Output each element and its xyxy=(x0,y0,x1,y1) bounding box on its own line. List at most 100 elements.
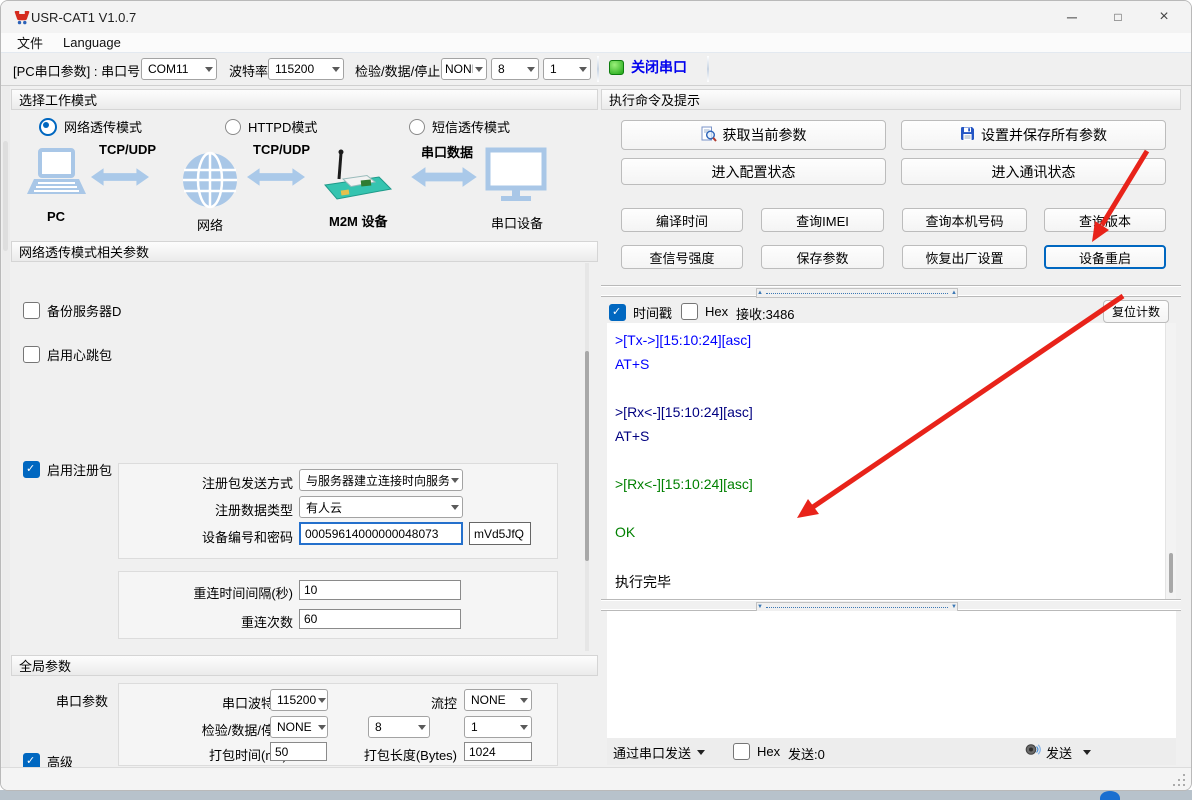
radio-icon xyxy=(225,119,241,135)
resize-grip[interactable] xyxy=(1173,774,1185,786)
speaker-icon xyxy=(1025,742,1041,762)
enter-config-button[interactable]: 进入配置状态 xyxy=(621,158,886,185)
checkbox-label: 启用心跳包 xyxy=(47,345,112,364)
group-work-mode-header: 选择工作模式 xyxy=(11,89,598,110)
factory-reset-button[interactable]: 恢复出厂设置 xyxy=(902,245,1027,269)
device-id-label: 设备编号和密码 xyxy=(123,527,293,546)
port-status-led-icon xyxy=(609,60,624,75)
monitor-icon xyxy=(485,147,547,210)
log-line xyxy=(615,500,1165,524)
log-scrollbar-track[interactable] xyxy=(1165,323,1176,599)
save-params-button[interactable]: 保存参数 xyxy=(761,245,884,269)
stopbits-select[interactable]: 1 xyxy=(543,58,591,80)
device-password-box[interactable]: mVd5JfQ xyxy=(469,522,531,545)
radio-network-passthrough[interactable]: 网络透传模式 xyxy=(39,117,142,136)
baud-label: 波特率 xyxy=(229,61,268,80)
baud-select[interactable]: 115200 xyxy=(268,58,344,80)
global-stopbits-value: 1 xyxy=(471,720,518,734)
reg-send-select[interactable]: 与服务器建立连接时向服务 xyxy=(299,469,463,491)
reconnect-interval-input[interactable]: 10 xyxy=(299,580,461,600)
group-net-params-header: 网络透传模式相关参数 xyxy=(11,241,598,262)
set-save-all-button[interactable]: 设置并保存所有参数 xyxy=(901,120,1166,150)
reconnect-times-value: 60 xyxy=(304,612,317,626)
pack-len-input[interactable]: 1024 xyxy=(464,742,532,761)
splitter-handle[interactable]: ▲ ▲ xyxy=(756,288,958,298)
network-label: 网络 xyxy=(197,215,223,234)
minimize-button[interactable]: ─ xyxy=(1049,1,1095,33)
log-scrollbar-thumb[interactable] xyxy=(1169,553,1173,593)
reset-count-button[interactable]: 复位计数 xyxy=(1103,300,1169,323)
close-port-button[interactable]: 关闭串口 xyxy=(609,57,687,77)
splitter-bottom[interactable]: ▼ ▼ xyxy=(601,599,1181,611)
checkbox-timestamp[interactable]: 时间戳 xyxy=(609,303,672,322)
left-edge-track[interactable] xyxy=(2,86,10,786)
query-version-button[interactable]: 查询版本 xyxy=(1044,208,1166,232)
device-restart-button[interactable]: 设备重启 xyxy=(1044,245,1166,269)
screenshot-stage: USR-CAT1 V1.0.7 ─ □ × 文件 Language [PC串口参… xyxy=(0,0,1192,800)
group-commands-title: 执行命令及提示 xyxy=(609,90,700,109)
global-baud-select[interactable]: 115200 xyxy=(270,689,328,711)
reg-type-select[interactable]: 有人云 xyxy=(299,496,463,518)
checkbox-heartbeat[interactable]: 启用心跳包 xyxy=(23,345,112,364)
radio-sms-passthrough[interactable]: 短信透传模式 xyxy=(409,117,510,136)
splitter-top[interactable]: ▲ ▲ xyxy=(601,285,1181,297)
radio-httpd-mode[interactable]: HTTPD模式 xyxy=(225,117,317,136)
left-edge-thumb[interactable] xyxy=(3,141,8,251)
set-save-all-label: 设置并保存所有参数 xyxy=(981,125,1107,145)
global-parity-value: NONE xyxy=(277,720,316,734)
parity-select[interactable]: NONI xyxy=(441,58,487,80)
radio-label: 网络透传模式 xyxy=(64,117,142,136)
checkbox-backup-server[interactable]: 备份服务器D xyxy=(23,301,121,320)
log-line: >[Rx<-][15:10:24][asc] xyxy=(615,404,1165,428)
log-output-area[interactable]: >[Tx->][15:10:24][asc] AT+S >[Rx<-][15:1… xyxy=(607,323,1165,599)
get-params-button[interactable]: 获取当前参数 xyxy=(621,120,886,150)
laptop-icon xyxy=(25,147,89,208)
global-databits-select[interactable]: 8 xyxy=(368,716,430,738)
left-scrollbar-track[interactable] xyxy=(585,263,589,651)
menu-file[interactable]: 文件 xyxy=(1,33,53,52)
device-id-input[interactable]: 00059614000000048073 xyxy=(299,522,463,545)
send-input-area[interactable] xyxy=(607,611,1176,738)
checkbox-regpack[interactable]: 启用注册包 xyxy=(23,460,112,479)
send-button[interactable]: 发送 xyxy=(1025,742,1091,762)
checkbox-label: Hex xyxy=(757,744,780,759)
factory-reset-label: 恢复出厂设置 xyxy=(925,248,1003,267)
checkbox-label: Hex xyxy=(705,304,728,319)
query-signal-button[interactable]: 查信号强度 xyxy=(621,245,743,269)
flow-control-select[interactable]: NONE xyxy=(464,689,532,711)
query-imei-button[interactable]: 查询IMEI xyxy=(761,208,884,232)
reconnect-times-input[interactable]: 60 xyxy=(299,609,461,629)
double-arrow-icon xyxy=(91,165,149,194)
get-params-label: 获取当前参数 xyxy=(723,125,807,145)
chevron-down-icon xyxy=(527,67,535,72)
checkbox-send-hex[interactable]: Hex xyxy=(733,743,780,760)
left-scrollbar-thumb[interactable] xyxy=(585,351,589,561)
reconnect-interval-label: 重连时间间隔(秒) xyxy=(123,583,293,602)
log-line: AT+S xyxy=(615,428,1165,452)
toolbar-separator xyxy=(707,56,709,82)
close-button[interactable]: × xyxy=(1141,1,1187,33)
enter-comm-button[interactable]: 进入通讯状态 xyxy=(901,158,1166,185)
baud-value: 115200 xyxy=(275,62,330,76)
checkbox-recv-hex[interactable]: Hex xyxy=(681,303,728,320)
menu-language[interactable]: Language xyxy=(53,35,131,50)
triangle-up-icon: ▲ xyxy=(757,290,763,296)
query-number-button[interactable]: 查询本机号码 xyxy=(902,208,1027,232)
checkbox-label: 时间戳 xyxy=(633,303,672,322)
checkbox-box xyxy=(681,303,698,320)
global-stopbits-select[interactable]: 1 xyxy=(464,716,532,738)
double-arrow-icon xyxy=(247,165,305,194)
send-via-serial-dropdown[interactable]: 通过串口发送 xyxy=(613,743,705,762)
databits-select[interactable]: 8 xyxy=(491,58,539,80)
maximize-button[interactable]: □ xyxy=(1095,1,1141,33)
com-port-select[interactable]: COM11 xyxy=(141,58,217,80)
m2m-label: M2M 设备 xyxy=(329,211,388,230)
pack-time-input[interactable]: 50 xyxy=(270,742,327,761)
group-work-mode-title: 选择工作模式 xyxy=(19,90,97,109)
triangle-down-icon: ▼ xyxy=(951,604,957,610)
global-parity-label: 检验/数据/停止 xyxy=(123,720,287,739)
global-parity-select[interactable]: NONE xyxy=(270,716,328,738)
splitter-dots xyxy=(766,293,948,294)
app-window: USR-CAT1 V1.0.7 ─ □ × 文件 Language [PC串口参… xyxy=(0,0,1192,791)
compile-time-button[interactable]: 编译时间 xyxy=(621,208,743,232)
